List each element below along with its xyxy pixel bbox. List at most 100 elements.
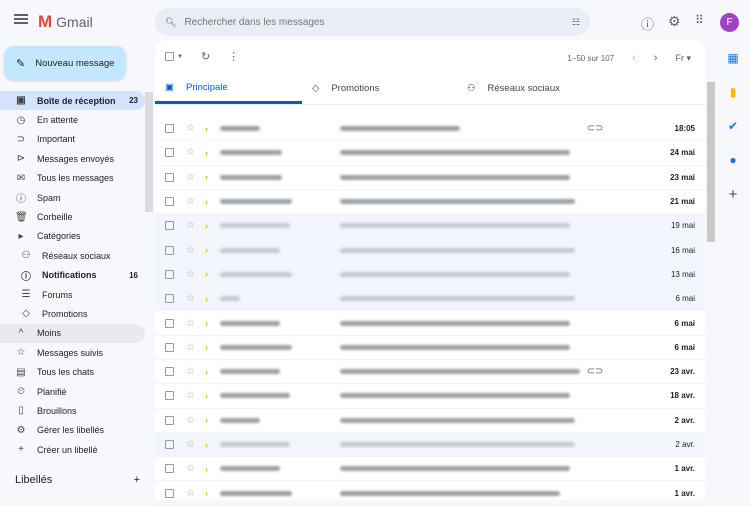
star-icon[interactable]: ☆: [186, 366, 195, 377]
sidebar-item-chat[interactable]: ▤ Tous les chats: [0, 362, 145, 381]
add-addon-plus-icon[interactable]: +: [722, 184, 744, 204]
row-checkbox[interactable]: [165, 124, 174, 134]
important-marker-icon[interactable]: ›: [205, 172, 208, 182]
email-row[interactable]: ☆ › 1 avr.: [155, 481, 705, 506]
important-marker-icon[interactable]: ›: [205, 148, 208, 158]
important-marker-icon[interactable]: ›: [205, 294, 208, 304]
refresh-icon[interactable]: ↻: [201, 50, 210, 63]
email-row[interactable]: ☆ › 23 mai: [155, 166, 705, 190]
select-all-checkbox[interactable]: ▼: [165, 52, 183, 61]
row-checkbox[interactable]: [165, 148, 174, 158]
sidebar-item-gear[interactable]: ⚙ Gérer les libellés: [0, 421, 145, 440]
sidebar-scrollbar[interactable]: [145, 92, 153, 212]
account-avatar[interactable]: F: [720, 13, 739, 32]
sidebar-item-scheduled[interactable]: ⏲ Planifié: [0, 382, 145, 401]
important-marker-icon[interactable]: ›: [205, 318, 208, 328]
star-icon[interactable]: ☆: [186, 439, 195, 450]
filter-options-icon[interactable]: ☷: [572, 17, 580, 28]
row-checkbox[interactable]: [165, 367, 174, 377]
row-checkbox[interactable]: [165, 221, 174, 231]
row-checkbox[interactable]: [165, 245, 174, 255]
row-checkbox[interactable]: [165, 342, 174, 352]
sidebar-item-important[interactable]: ⊃ Important: [0, 130, 145, 149]
contacts-icon[interactable]: ●: [722, 150, 744, 170]
star-icon[interactable]: ☆: [186, 293, 195, 304]
email-row[interactable]: ☆ › 2 avr.: [155, 409, 705, 433]
apps-grid-icon[interactable]: ⠿: [695, 13, 704, 27]
star-icon[interactable]: ☆: [186, 123, 195, 134]
row-checkbox[interactable]: [165, 488, 174, 498]
row-checkbox[interactable]: [165, 294, 174, 304]
settings-gear-icon[interactable]: ⚙: [668, 13, 681, 30]
gmail-logo[interactable]: M Gmail: [38, 12, 93, 32]
tasks-icon[interactable]: ✔: [722, 116, 744, 136]
email-row[interactable]: ☆ › 6 mai: [155, 336, 705, 360]
star-icon[interactable]: ☆: [186, 147, 195, 158]
star-icon[interactable]: ☆: [186, 488, 195, 499]
email-row[interactable]: ☆ › 13 mai: [155, 262, 705, 288]
sidebar-item-trash[interactable]: 🗑 Corbeille: [0, 207, 145, 226]
next-page-icon[interactable]: ›: [654, 52, 658, 64]
mail-list-scrollbar[interactable]: [707, 82, 715, 242]
row-checkbox[interactable]: [165, 440, 174, 449]
email-row[interactable]: ☆ › 1 avr.: [155, 457, 705, 482]
sidebar-item-chevron-up[interactable]: ^ Moins: [0, 323, 145, 344]
sidebar-item-plus[interactable]: + Créer un libellé: [0, 440, 145, 459]
add-label-plus-icon[interactable]: +: [134, 474, 140, 486]
email-row[interactable]: ☆ › 24 mai: [155, 141, 705, 166]
star-icon[interactable]: ☆: [186, 342, 195, 353]
sidebar-item-people[interactable]: ⚇ Réseaux sociaux: [0, 246, 145, 265]
sidebar-item-label[interactable]: ▸ Catégories: [0, 227, 145, 246]
row-checkbox[interactable]: [165, 269, 174, 279]
row-checkbox[interactable]: [165, 391, 174, 401]
important-marker-icon[interactable]: ›: [205, 269, 208, 279]
prev-page-icon[interactable]: ‹: [632, 52, 636, 64]
sidebar-item-info[interactable]: ⓘ Notifications 16: [0, 266, 145, 285]
important-marker-icon[interactable]: ›: [205, 488, 208, 498]
star-icon[interactable]: ☆: [186, 220, 195, 231]
sidebar-item-tag[interactable]: ◇ Promotions: [0, 304, 145, 323]
input-tools-button[interactable]: Fr ▾: [675, 53, 691, 64]
email-row[interactable]: ☆ › ⊂⊃ 23 avr.: [155, 360, 705, 385]
star-icon[interactable]: ☆: [186, 390, 195, 401]
keep-icon[interactable]: ▮: [722, 82, 744, 102]
email-row[interactable]: ☆ › 16 mai: [155, 238, 705, 263]
email-row[interactable]: ☆ › 19 mai: [155, 214, 705, 239]
important-marker-icon[interactable]: ›: [205, 391, 208, 401]
email-row[interactable]: ☆ › 6 mai: [155, 287, 705, 312]
tab-promotions[interactable]: ◇ Promotions: [302, 73, 457, 104]
more-vert-icon[interactable]: ⋮: [228, 50, 239, 63]
important-marker-icon[interactable]: ›: [205, 124, 208, 134]
important-marker-icon[interactable]: ›: [205, 221, 208, 231]
tab-reseaux-sociaux[interactable]: ⚇ Réseaux sociaux: [457, 73, 607, 104]
row-checkbox[interactable]: [165, 415, 174, 425]
email-row[interactable]: ☆ › 18 avr.: [155, 384, 705, 409]
star-icon[interactable]: ☆: [186, 269, 195, 280]
compose-button[interactable]: ✎ Nouveau message: [4, 46, 126, 80]
star-icon[interactable]: ☆: [186, 172, 195, 183]
email-row[interactable]: ☆ › 21 mai: [155, 190, 705, 215]
important-marker-icon[interactable]: ›: [205, 367, 208, 377]
important-marker-icon[interactable]: ›: [205, 440, 208, 450]
important-marker-icon[interactable]: ›: [205, 197, 208, 207]
star-icon[interactable]: ☆: [186, 415, 195, 426]
row-checkbox[interactable]: [165, 172, 174, 182]
search-icon[interactable]: 🔍︎: [165, 17, 176, 28]
email-row[interactable]: ☆ › 6 mai: [155, 311, 705, 336]
tab-principale[interactable]: ▣ Principale: [155, 73, 302, 104]
sidebar-item-draft[interactable]: ▯ Brouillons: [0, 401, 145, 420]
sidebar-item-send[interactable]: ⊳ Messages envoyés: [0, 149, 145, 168]
sidebar-item-forum[interactable]: ☰ Forums: [0, 285, 145, 304]
important-marker-icon[interactable]: ›: [205, 342, 208, 352]
sidebar-item-all-mail[interactable]: ✉ Tous les messages: [0, 169, 145, 188]
star-icon[interactable]: ☆: [186, 463, 195, 474]
sidebar-item-star[interactable]: ☆ Messages suivis: [0, 343, 145, 362]
sidebar-item-spam[interactable]: ⓘ Spam: [0, 188, 145, 207]
row-checkbox[interactable]: [165, 197, 174, 207]
row-checkbox[interactable]: [165, 318, 174, 328]
email-row[interactable]: ☆ › 2 avr.: [155, 432, 705, 458]
email-row[interactable]: ☆ › ⊂⊃ 18:05: [155, 117, 705, 142]
star-icon[interactable]: ☆: [186, 245, 195, 256]
star-icon[interactable]: ☆: [186, 318, 195, 329]
help-icon[interactable]: ⓘ: [641, 14, 654, 33]
